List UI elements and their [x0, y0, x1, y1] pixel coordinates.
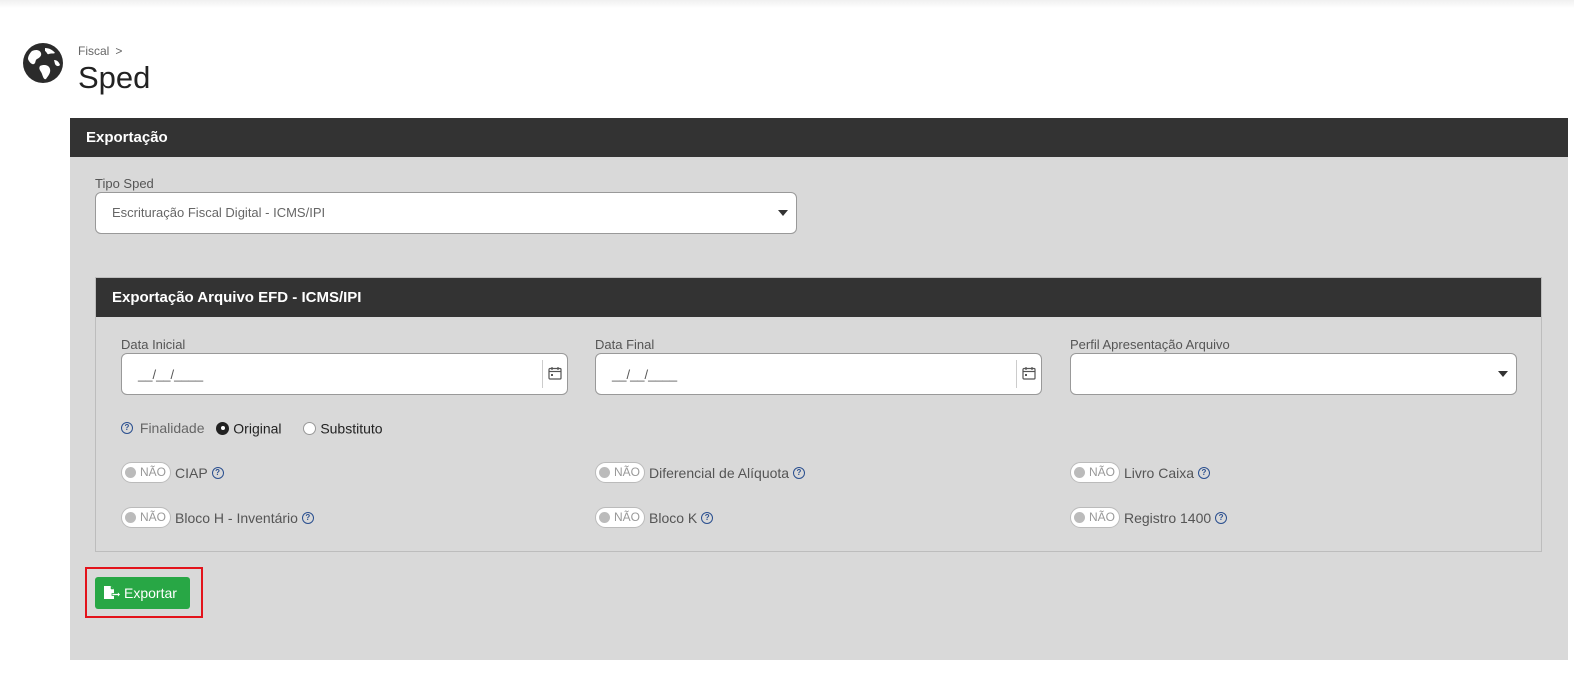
toggle-knob	[599, 512, 610, 523]
finalidade-group: ? Finalidade Original Substituto	[121, 419, 383, 439]
toggle-ciap[interactable]: NÃO CIAP ?	[121, 462, 224, 484]
toggle-knob	[1074, 512, 1085, 523]
toggle-bloco-k-label: Bloco K	[649, 509, 698, 526]
page-title: Sped	[78, 60, 151, 95]
toggle-state: NÃO	[614, 510, 641, 524]
toggle-state: NÃO	[140, 510, 167, 524]
efd-panel-title: Exportação Arquivo EFD - ICMS/IPI	[96, 278, 1541, 317]
efd-panel: Exportação Arquivo EFD - ICMS/IPI Data I…	[95, 277, 1542, 552]
breadcrumb: Fiscal >	[78, 44, 122, 58]
perfil-label: Perfil Apresentação Arquivo	[1070, 337, 1230, 352]
chevron-right-icon: >	[115, 44, 123, 58]
toggle-knob	[125, 467, 136, 478]
radio-original-label: Original	[233, 420, 282, 437]
data-final-input[interactable]: __/__/____	[595, 353, 1042, 395]
toggle-registro-1400[interactable]: NÃO Registro 1400 ?	[1070, 507, 1228, 529]
toggle-switch[interactable]: NÃO	[595, 462, 645, 483]
toggle-state: NÃO	[1089, 465, 1116, 479]
toggle-state: NÃO	[1089, 510, 1116, 524]
radio-substituto-label: Substituto	[320, 420, 383, 437]
data-final-label: Data Final	[595, 337, 655, 352]
help-icon[interactable]: ?	[211, 466, 224, 479]
toggle-bloco-h-label: Bloco H - Inventário	[175, 509, 298, 526]
calendar-icon[interactable]	[1022, 366, 1036, 380]
toggle-ciap-label: CIAP	[175, 464, 208, 481]
export-button[interactable]: Exportar	[95, 577, 190, 609]
tipo-sped-value: Escrituração Fiscal Digital - ICMS/IPI	[112, 205, 326, 220]
toggle-knob	[1074, 467, 1085, 478]
calendar-icon[interactable]	[548, 366, 562, 380]
toggle-switch[interactable]: NÃO	[595, 507, 645, 528]
toggle-bloco-k[interactable]: NÃO Bloco K ?	[595, 507, 714, 529]
radio-substituto[interactable]: Substituto	[303, 419, 383, 437]
toggle-switch[interactable]: NÃO	[121, 462, 171, 483]
input-divider	[542, 360, 543, 388]
caret-down-icon	[1498, 371, 1508, 377]
toggle-livro-caixa-label: Livro Caixa	[1124, 464, 1195, 481]
toggle-state: NÃO	[614, 465, 641, 479]
finalidade-label: Finalidade	[139, 420, 205, 437]
radio-unselected-icon[interactable]	[303, 421, 317, 435]
radio-selected-icon[interactable]	[216, 421, 230, 435]
help-icon[interactable]: ?	[301, 511, 314, 524]
perfil-select[interactable]	[1070, 353, 1517, 395]
toggle-switch[interactable]: NÃO	[121, 507, 171, 528]
toggle-switch[interactable]: NÃO	[1070, 507, 1120, 528]
help-icon[interactable]: ?	[701, 511, 714, 524]
toggle-knob	[125, 512, 136, 523]
data-inicial-input[interactable]: __/__/____	[121, 353, 568, 395]
tipo-sped-label: Tipo Sped	[95, 176, 154, 191]
caret-down-icon	[778, 210, 788, 216]
toggle-livro-caixa[interactable]: NÃO Livro Caixa ?	[1070, 462, 1210, 484]
toggle-knob	[599, 467, 610, 478]
globe-icon	[23, 43, 63, 83]
input-divider	[1016, 360, 1017, 388]
toggle-switch[interactable]: NÃO	[1070, 462, 1120, 483]
toggle-diferencial-label: Diferencial de Alíquota	[649, 464, 790, 481]
help-icon[interactable]: ?	[1197, 466, 1210, 479]
radio-original[interactable]: Original	[216, 419, 285, 437]
help-icon[interactable]: ?	[792, 466, 805, 479]
breadcrumb-fiscal[interactable]: Fiscal	[78, 44, 109, 58]
file-export-icon	[104, 586, 121, 600]
export-panel: Exportação Tipo Sped Escrituração Fiscal…	[70, 118, 1568, 660]
toggle-bloco-h[interactable]: NÃO Bloco H - Inventário ?	[121, 507, 314, 529]
toggle-state: NÃO	[140, 465, 167, 479]
tipo-sped-select[interactable]: Escrituração Fiscal Digital - ICMS/IPI	[95, 192, 797, 234]
toggle-registro-1400-label: Registro 1400	[1124, 509, 1212, 526]
data-inicial-value: __/__/____	[138, 367, 204, 382]
data-inicial-label: Data Inicial	[121, 337, 186, 352]
data-final-value: __/__/____	[612, 367, 678, 382]
toggle-diferencial[interactable]: NÃO Diferencial de Alíquota ?	[595, 462, 805, 484]
export-panel-title: Exportação	[70, 118, 1568, 157]
help-icon[interactable]: ?	[1215, 511, 1228, 524]
top-shadow	[0, 0, 1574, 8]
help-icon[interactable]: ?	[121, 422, 133, 435]
export-button-label: Exportar	[124, 585, 177, 601]
